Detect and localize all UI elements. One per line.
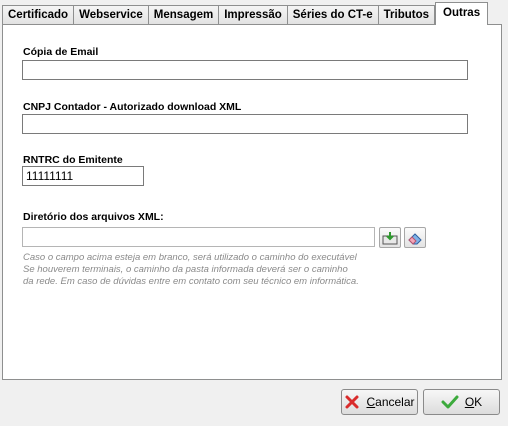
tab-series-cte[interactable]: Séries do CT-e (286, 5, 379, 25)
rntrc-label: RNTRC do Emitente (23, 154, 123, 166)
tab-certificado[interactable]: Certificado (2, 5, 75, 25)
xml-dir-label: Diretório dos arquivos XML: (23, 211, 164, 223)
tab-strip: Certificado Webservice Mensagem Impressã… (2, 2, 489, 25)
folder-browse-icon (382, 231, 398, 244)
xml-dir-input[interactable] (22, 227, 375, 247)
xml-dir-hint: Caso o campo acima esteja em branco, ser… (23, 252, 403, 288)
tab-mensagem[interactable]: Mensagem (147, 5, 220, 25)
browse-folder-button[interactable] (379, 227, 401, 248)
hint-line: da rede. Em caso de dúvidas entre em con… (23, 276, 359, 287)
eraser-icon (408, 232, 422, 245)
red-x-icon (345, 395, 359, 409)
green-check-icon (441, 395, 459, 409)
cancel-button[interactable]: Cancelar (341, 389, 418, 415)
tab-webservice[interactable]: Webservice (73, 5, 149, 25)
cnpj-contador-label: CNPJ Contador - Autorizado download XML (23, 101, 242, 113)
ok-button-label: OK (464, 395, 483, 409)
email-copy-input[interactable] (22, 60, 468, 80)
clear-path-button[interactable] (404, 227, 426, 248)
hint-line: Se houverem terminais, o caminho da past… (23, 264, 348, 275)
tab-panel-outras: Cópia de Email CNPJ Contador - Autorizad… (2, 24, 502, 380)
tab-outras[interactable]: Outras (435, 2, 489, 25)
cnpj-contador-input[interactable] (22, 114, 468, 134)
hint-line: Caso o campo acima esteja em branco, ser… (23, 252, 357, 263)
ok-button[interactable]: OK (423, 389, 500, 415)
tab-tributos[interactable]: Tributos (377, 5, 436, 25)
email-copy-label: Cópia de Email (23, 46, 99, 58)
tab-impressao[interactable]: Impressão (218, 5, 288, 25)
cancel-button-label: Cancelar (366, 395, 415, 409)
rntrc-input[interactable] (22, 166, 144, 186)
